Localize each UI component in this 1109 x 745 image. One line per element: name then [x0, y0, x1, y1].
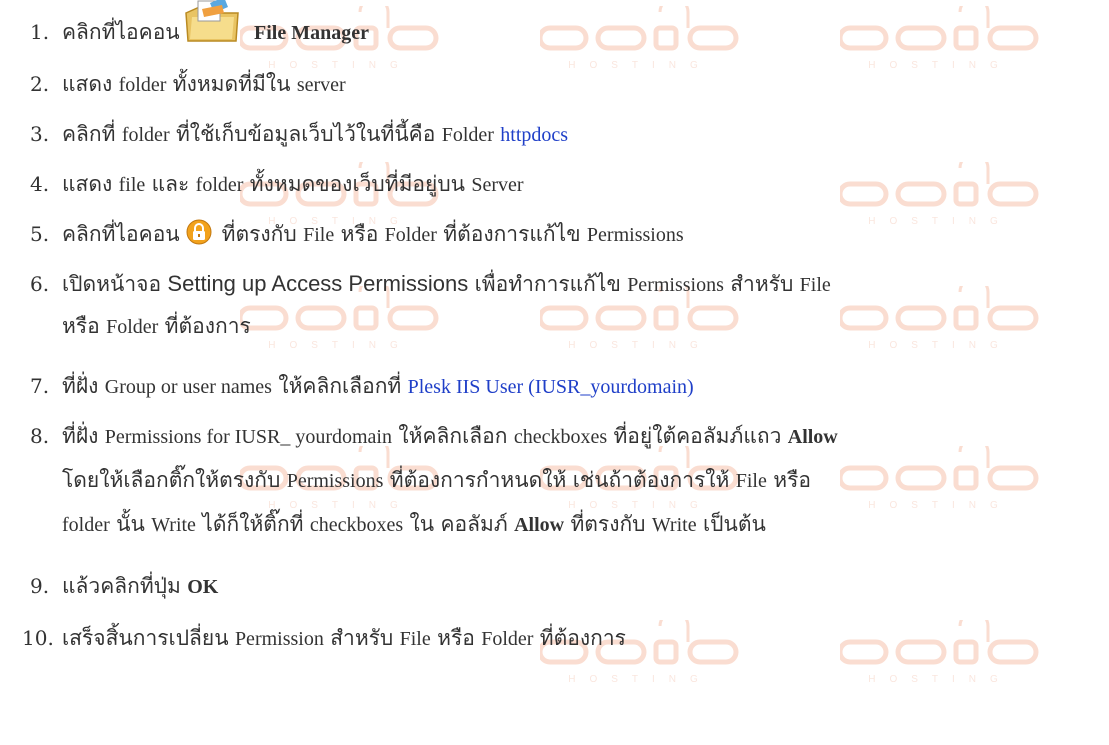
step-number: 7.	[30, 374, 50, 398]
step-text: หรือ	[340, 222, 379, 246]
step-text: folder	[195, 174, 244, 196]
step-text: Permissions	[627, 274, 724, 296]
httpdocs-link[interactable]: httpdocs	[500, 124, 568, 146]
step-text: server	[296, 74, 346, 96]
step-text: ใน	[409, 512, 435, 536]
step-text: สำหรับ	[730, 272, 794, 296]
step-text: Permissions	[586, 224, 684, 246]
svg-text:HOSTING: HOSTING	[868, 340, 1012, 351]
svg-text:HOSTING: HOSTING	[868, 60, 1012, 71]
step-text: เช่นถ้าต้องการให้	[572, 468, 730, 492]
step-text: folder	[118, 74, 167, 96]
step-text: ที่ตรงกับ	[221, 222, 297, 246]
step-number: 5.	[30, 222, 50, 246]
step-text: เสร็จสิ้นการเปลี่ยน	[62, 626, 229, 650]
step-text: Group or user names	[104, 376, 272, 398]
step-text: Folder	[441, 124, 494, 146]
plesk-user-link[interactable]: Plesk IIS User (IUSR_yourdomain)	[408, 376, 694, 398]
step-text: คลิกที่	[62, 122, 116, 146]
lock-icon	[186, 218, 212, 245]
step-text: ให้คลิกเลือก	[398, 424, 508, 448]
step-text: ที่ต้องการ	[539, 626, 626, 650]
step-text: Write	[151, 514, 196, 536]
step-text: แสดง	[62, 172, 113, 196]
step-text: สำหรับ	[330, 626, 394, 650]
step-text: Server	[471, 174, 524, 196]
chai-hosting-watermark: HOSTING	[537, 0, 740, 76]
step-text: ทั้งหมดของเว็บที่มีอยู่บน	[249, 172, 466, 196]
step-text: Setting up Access Permissions	[167, 271, 469, 296]
step-text: ที่ฝั่ง	[62, 424, 99, 448]
step-text: คลิกที่ไอคอน	[62, 222, 180, 246]
step-number: 3.	[30, 122, 50, 146]
step-text: แล้วคลิกที่ปุ่ม	[62, 574, 181, 598]
step-text: ที่อยู่ใต้คอลัมภ์แถว	[613, 424, 782, 448]
step-text: ที่ต้องการ	[164, 314, 251, 338]
step-number: 1.	[30, 20, 50, 44]
svg-text:HOSTING: HOSTING	[568, 340, 712, 351]
step-text: Write	[651, 514, 697, 536]
step-text: folder	[121, 124, 170, 146]
step-text: และ	[151, 172, 190, 196]
ok-button-reference: OK	[187, 576, 219, 598]
step-text: Permission	[234, 628, 324, 650]
svg-text:HOSTING: HOSTING	[268, 340, 412, 351]
step-number: 2.	[30, 72, 50, 96]
step-text: เพื่อทำการแก้ไข	[474, 272, 621, 296]
step-number: 6.	[30, 272, 50, 296]
svg-text:HOSTING: HOSTING	[868, 500, 1012, 511]
chai-hosting-watermark: HOSTING	[837, 436, 1040, 516]
step-text: File	[735, 470, 767, 492]
step-text: นั้น	[116, 512, 145, 536]
step-text: File	[399, 628, 431, 650]
step-text: ที่ฝั่ง	[62, 374, 99, 398]
step-text: Folder	[106, 316, 159, 338]
step-text: Allow	[514, 514, 565, 536]
step-text: ที่ตรงกับ	[570, 512, 646, 536]
step-text: File Manager	[254, 22, 369, 44]
step-text: checkboxes	[309, 514, 404, 536]
chai-hosting-watermark: HOSTING	[837, 276, 1040, 356]
svg-text:HOSTING: HOSTING	[868, 216, 1012, 227]
step-text: หรือ	[437, 626, 475, 650]
step-text: Permissions	[286, 470, 384, 492]
step-text: หรือ	[62, 314, 100, 338]
step-text: ที่ใช้เก็บข้อมูลเว็บไว้ในที่นี้คือ	[175, 122, 436, 146]
step-text: Allow	[787, 426, 838, 448]
step-text: คอลัมภ์	[440, 512, 508, 536]
step-number: 9.	[30, 574, 50, 598]
step-text: File	[303, 224, 335, 246]
file-manager-icon	[182, 0, 242, 47]
step-number: 10.	[22, 626, 54, 650]
step-text: File	[799, 274, 831, 296]
svg-text:HOSTING: HOSTING	[868, 674, 1012, 685]
chai-hosting-watermark: HOSTING	[837, 152, 1040, 232]
step-text: คลิกที่ไอคอน	[62, 20, 180, 44]
step-text: เป็นต้น	[702, 512, 766, 536]
step-text: file	[118, 174, 146, 196]
svg-text:HOSTING: HOSTING	[568, 674, 712, 685]
step-text: Permissions for IUSR_ yourdomain	[104, 426, 392, 448]
step-text: หรือ	[773, 468, 811, 492]
step-number: 8.	[30, 424, 50, 448]
step-text: ได้ก็ให้ติ๊กที่	[202, 512, 304, 536]
svg-text:HOSTING: HOSTING	[568, 60, 712, 71]
step-text: ทั้งหมดที่มีใน	[172, 72, 291, 96]
step-text: Folder	[384, 224, 437, 246]
step-text: ที่ต้องการแก้ไข	[443, 222, 581, 246]
step-text: ให้คลิกเลือกที่	[278, 374, 402, 398]
step-text: เปิดหน้าจอ	[62, 272, 162, 296]
step-text: โดยให้เลือกติ๊กให้ตรงกับ	[62, 468, 281, 492]
step-text: checkboxes	[513, 426, 608, 448]
step-text: ที่ต้องการกำหนดให้	[389, 468, 567, 492]
chai-hosting-watermark: HOSTING	[837, 0, 1040, 76]
step-text: แสดง	[62, 72, 113, 96]
step-text: Folder	[481, 628, 534, 650]
chai-hosting-watermark: HOSTING	[837, 610, 1040, 690]
step-text: folder	[62, 514, 110, 536]
step-number: 4.	[30, 172, 50, 196]
